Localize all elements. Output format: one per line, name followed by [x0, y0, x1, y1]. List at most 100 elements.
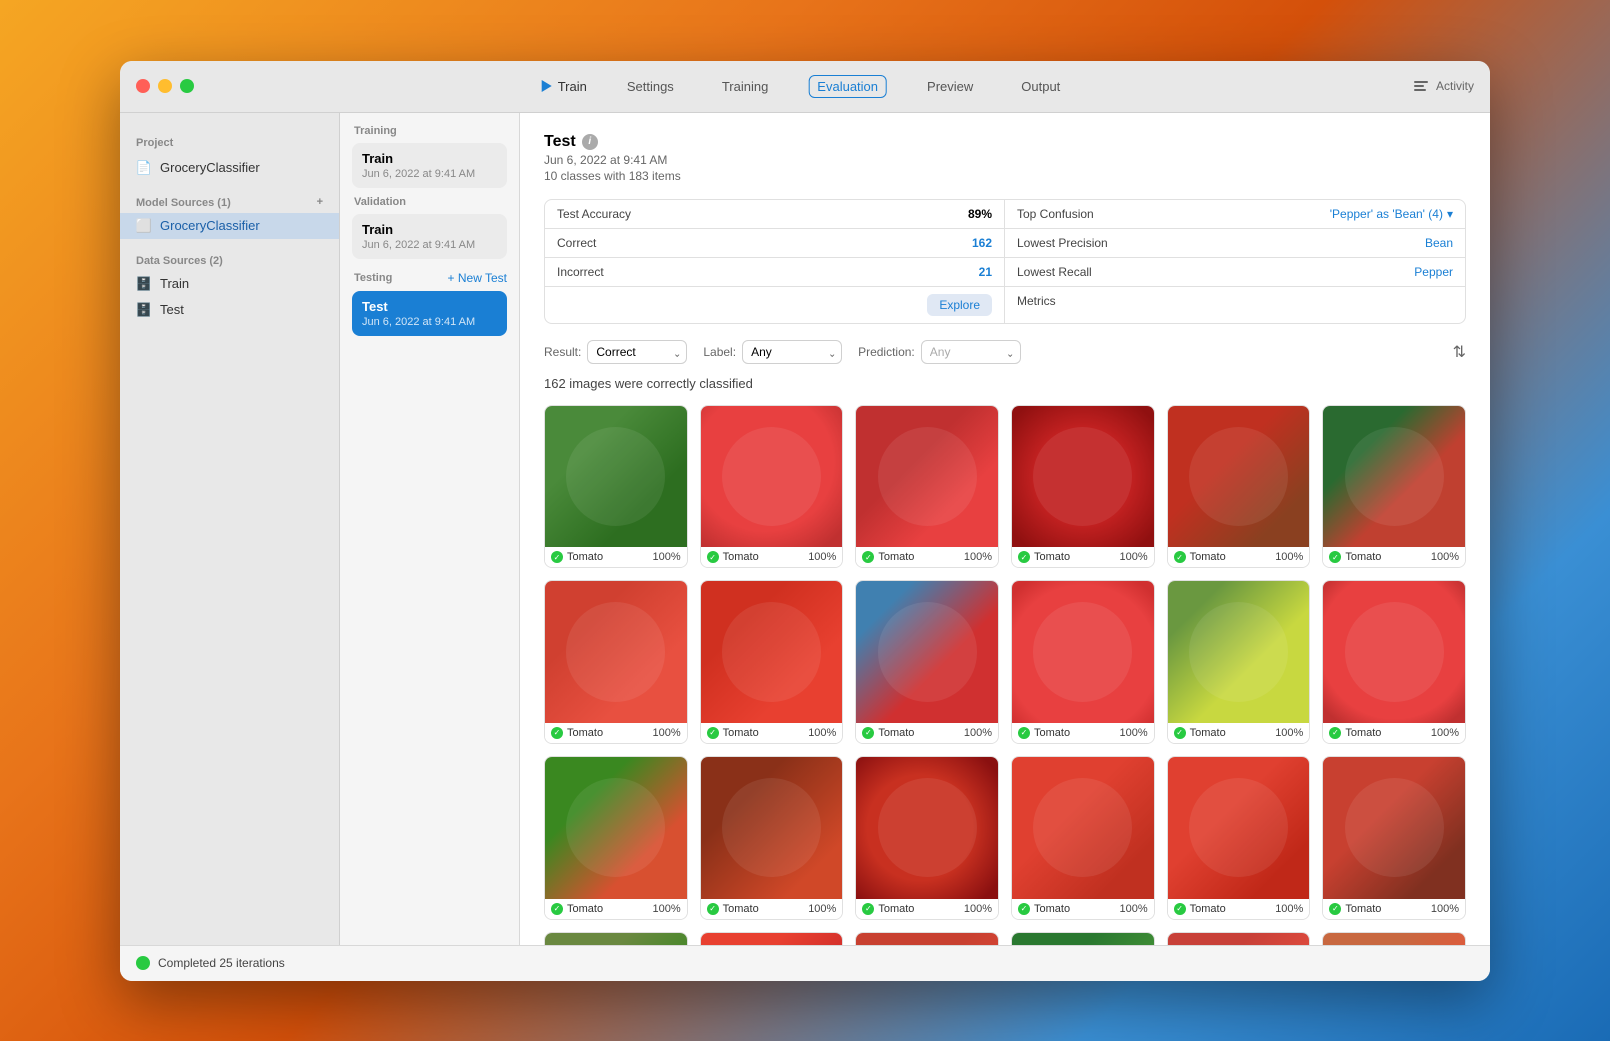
test-header: Test i Jun 6, 2022 at 9:41 AM 10 classes…	[544, 133, 1466, 183]
image-card[interactable]: ✓Tomato100%	[544, 580, 688, 744]
test-item[interactable]: Test Jun 6, 2022 at 9:41 AM	[352, 291, 507, 336]
tab-evaluation[interactable]: Evaluation	[808, 75, 887, 98]
training-item[interactable]: Train Jun 6, 2022 at 9:41 AM	[352, 143, 507, 188]
tab-output[interactable]: Output	[1013, 75, 1068, 98]
image-label-row: ✓Tomato100%	[1012, 547, 1154, 567]
minimize-button[interactable]	[158, 79, 172, 93]
tab-training[interactable]: Training	[714, 75, 776, 98]
info-icon[interactable]: i	[582, 134, 598, 150]
prediction-filter: Prediction: Any	[858, 340, 1021, 364]
activity-section: Activity	[1412, 77, 1474, 95]
image-card[interactable]: ✓Tomato100%	[700, 405, 844, 569]
top-confusion-value[interactable]: 'Pepper' as 'Bean' (4) ▾	[1330, 207, 1453, 221]
confidence-pct: 100%	[808, 903, 836, 915]
image-label-row: ✓Tomato100%	[1323, 723, 1465, 743]
prediction-select-wrapper: Any	[921, 340, 1021, 364]
image-card[interactable]: ✓Tomato100%	[544, 932, 688, 945]
status-text: Completed 25 iterations	[158, 956, 285, 970]
data-source-train: Train	[160, 276, 189, 291]
tab-settings[interactable]: Settings	[619, 75, 682, 98]
add-model-source-button[interactable]: +	[317, 197, 323, 208]
stats-right: Top Confusion 'Pepper' as 'Bean' (4) ▾ L…	[1005, 200, 1465, 323]
image-card[interactable]: ✓Tomato100%	[1322, 756, 1466, 920]
image-card[interactable]: ✓Tomato100%	[1167, 756, 1311, 920]
image-card[interactable]: ✓Tomato100%	[1167, 405, 1311, 569]
image-card[interactable]: ✓Tomato100%	[1011, 932, 1155, 945]
activity-label: Activity	[1436, 79, 1474, 93]
image-label-row: ✓Tomato100%	[856, 723, 998, 743]
image-class-label: Tomato	[567, 551, 603, 563]
model-icon: ⬜	[136, 218, 152, 234]
train-label: Train	[558, 79, 587, 94]
maximize-button[interactable]	[180, 79, 194, 93]
sidebar-item-grocery-classifier[interactable]: ⬜ GroceryClassifier	[120, 213, 339, 239]
image-class-label: Tomato	[1190, 903, 1226, 915]
correct-check-icon: ✓	[707, 727, 719, 739]
stats-grid: Test Accuracy 89% Correct 162 Incorrect …	[544, 199, 1466, 324]
image-label-row: ✓Tomato100%	[1012, 723, 1154, 743]
result-select[interactable]: Correct Incorrect	[587, 340, 687, 364]
image-card[interactable]: ✓Tomato100%	[1011, 405, 1155, 569]
image-label-row: ✓Tomato100%	[856, 899, 998, 919]
label-select[interactable]: Any Tomato Pepper Bean	[742, 340, 842, 364]
close-button[interactable]	[136, 79, 150, 93]
dropdown-chevron-icon: ▾	[1447, 207, 1453, 221]
sort-button[interactable]: ⇅	[1453, 342, 1466, 362]
sidebar-item-project[interactable]: 📄 GroceryClassifier	[120, 155, 339, 181]
image-card[interactable]: ✓Tomato100%	[1322, 932, 1466, 945]
nav-bar: Train Settings Training Evaluation Previ…	[542, 75, 1069, 98]
image-card[interactable]: ✓Tomato100%	[1322, 405, 1466, 569]
image-label-row: ✓Tomato100%	[1012, 899, 1154, 919]
image-class-label: Tomato	[1345, 903, 1381, 915]
lowest-precision-value[interactable]: Bean	[1425, 236, 1453, 250]
image-card[interactable]: ✓Tomato100%	[1011, 756, 1155, 920]
correct-check-icon: ✓	[862, 551, 874, 563]
validation-item[interactable]: Train Jun 6, 2022 at 9:41 AM	[352, 214, 507, 259]
model-source-name: GroceryClassifier	[160, 218, 260, 233]
test-data-icon: 🗄️	[136, 302, 152, 318]
correct-check-icon: ✓	[1018, 551, 1030, 563]
image-card[interactable]: ✓Tomato100%	[1167, 932, 1311, 945]
validation-item-title: Train	[362, 222, 497, 237]
image-card[interactable]: ✓Tomato100%	[855, 932, 999, 945]
image-card[interactable]: ✓Tomato100%	[855, 580, 999, 744]
confidence-pct: 100%	[653, 727, 681, 739]
image-card[interactable]: ✓Tomato100%	[544, 756, 688, 920]
image-label-row: ✓Tomato100%	[1168, 547, 1310, 567]
image-grid: ✓Tomato100%✓Tomato100%✓Tomato100%✓Tomato…	[544, 405, 1466, 945]
prediction-select[interactable]: Any	[921, 340, 1021, 364]
image-thumbnail	[856, 757, 998, 899]
explore-button[interactable]: Explore	[927, 294, 992, 316]
image-card[interactable]: ✓Tomato100%	[700, 932, 844, 945]
lowest-recall-value[interactable]: Pepper	[1414, 265, 1453, 279]
tab-preview[interactable]: Preview	[919, 75, 981, 98]
image-card[interactable]: ✓Tomato100%	[855, 756, 999, 920]
image-card[interactable]: ✓Tomato100%	[1011, 580, 1155, 744]
model-sources-label: Model Sources (1)	[136, 197, 231, 209]
incorrect-row: Incorrect 21	[545, 258, 1004, 287]
sidebar-item-test[interactable]: 🗄️ Test	[120, 297, 339, 323]
image-thumbnail	[1012, 757, 1154, 899]
image-card[interactable]: ✓Tomato100%	[855, 405, 999, 569]
correct-check-icon: ✓	[1174, 551, 1186, 563]
label-filter: Label: Any Tomato Pepper Bean	[703, 340, 842, 364]
image-label-row: ✓Tomato100%	[545, 547, 687, 567]
image-thumbnail	[1168, 933, 1310, 945]
image-class-label: Tomato	[1345, 551, 1381, 563]
sidebar-item-train[interactable]: 🗄️ Train	[120, 271, 339, 297]
image-card[interactable]: ✓Tomato100%	[700, 756, 844, 920]
image-card[interactable]: ✓Tomato100%	[1167, 580, 1311, 744]
correct-check-icon: ✓	[551, 727, 563, 739]
image-card[interactable]: ✓Tomato100%	[700, 580, 844, 744]
test-accuracy-value: 89%	[968, 207, 992, 221]
titlebar: Train Settings Training Evaluation Previ…	[120, 61, 1490, 113]
correct-check-icon: ✓	[1329, 551, 1341, 563]
new-test-button[interactable]: + New Test	[448, 271, 507, 285]
confidence-pct: 100%	[1431, 727, 1459, 739]
train-button[interactable]: Train	[542, 79, 587, 94]
test-item-title: Test	[362, 299, 497, 314]
image-card[interactable]: ✓Tomato100%	[1322, 580, 1466, 744]
confidence-pct: 100%	[1120, 903, 1148, 915]
metrics-row: Metrics	[1005, 287, 1465, 315]
image-card[interactable]: ✓Tomato100%	[544, 405, 688, 569]
